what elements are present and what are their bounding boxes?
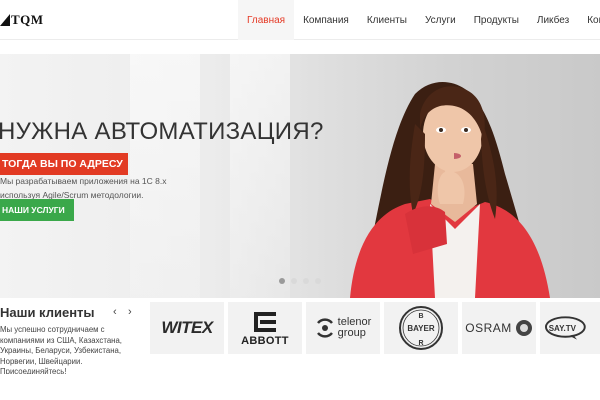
- client-logo-osram[interactable]: OSRAM: [462, 302, 536, 354]
- client-logo-saytv[interactable]: SAY.TV: [540, 302, 600, 354]
- clients-description: Мы успешно сотрудничаем с компаниями из …: [0, 325, 122, 376]
- telenor-logo-icon: [316, 318, 333, 338]
- svg-text:BAYER: BAYER: [407, 324, 434, 333]
- slider-dot-3[interactable]: [303, 278, 309, 284]
- chevron-right-icon[interactable]: ›: [128, 306, 132, 318]
- nav-item-services[interactable]: Услуги: [416, 0, 465, 40]
- site-logo[interactable]: TQM: [0, 10, 44, 30]
- witex-logo: WITEX: [161, 318, 213, 337]
- slider-dot-2[interactable]: [291, 278, 297, 284]
- client-logo-bayer[interactable]: BAYER B R: [384, 302, 458, 354]
- client-logo-abbott[interactable]: ABBOTT: [228, 302, 302, 354]
- slider-dots: [279, 278, 321, 284]
- client-logo-telenor[interactable]: telenor group: [306, 302, 380, 354]
- hero-woman-image: [350, 82, 550, 298]
- slider-dot-4[interactable]: [315, 278, 321, 284]
- logo-text: TQM: [11, 12, 44, 27]
- abbott-logo-icon: [254, 311, 276, 332]
- page-footer-area: [0, 374, 600, 400]
- clients-logos-carousel: WITEX ABBOTT telenor group BAYER B R OSR…: [150, 302, 600, 354]
- clients-title: Наши клиенты: [0, 305, 95, 320]
- saytv-logo: SAY.TV: [548, 323, 576, 333]
- svg-text:B: B: [418, 313, 423, 320]
- logo-triangle-icon: [0, 14, 10, 26]
- svg-text:R: R: [418, 340, 423, 347]
- hero-title: НУЖНА АВТОМАТИЗАЦИЯ?: [0, 118, 324, 145]
- nav-item-contacts[interactable]: Контакты: [578, 0, 600, 40]
- background-window: [230, 54, 290, 298]
- abbott-logo: ABBOTT: [241, 334, 289, 347]
- hero-description-line1: Мы разрабатываем приложения на 1С 8.х: [0, 176, 167, 186]
- telenor-logo-line2: group: [337, 327, 366, 339]
- site-header: TQM Главная Компания Клиенты Услуги Прод…: [0, 0, 600, 40]
- hero-badge: ТОГДА ВЫ ПО АДРЕСУ: [0, 153, 128, 175]
- clients-header: Наши клиенты ‹ ›: [0, 305, 140, 323]
- nav-item-clients[interactable]: Клиенты: [358, 0, 416, 40]
- main-nav: Главная Компания Клиенты Услуги Продукты…: [238, 0, 600, 40]
- nav-item-company[interactable]: Компания: [294, 0, 358, 40]
- chevron-left-icon[interactable]: ‹: [113, 306, 117, 318]
- bayer-logo: BAYER B R: [399, 306, 443, 350]
- client-logo-witex[interactable]: WITEX: [150, 302, 224, 354]
- osram-bulb-icon: [515, 320, 532, 336]
- osram-logo: OSRAM: [465, 321, 512, 335]
- telenor-logo: telenor group: [338, 317, 372, 339]
- hero-slider: НУЖНА АВТОМАТИЗАЦИЯ? ТОГДА ВЫ ПО АДРЕСУ …: [0, 54, 600, 298]
- slider-dot-1[interactable]: [279, 278, 285, 284]
- our-services-button[interactable]: НАШИ УСЛУГИ: [0, 199, 74, 221]
- nav-item-products[interactable]: Продукты: [465, 0, 528, 40]
- nav-item-home[interactable]: Главная: [238, 0, 295, 40]
- nav-item-likbez[interactable]: Ликбез: [528, 0, 578, 40]
